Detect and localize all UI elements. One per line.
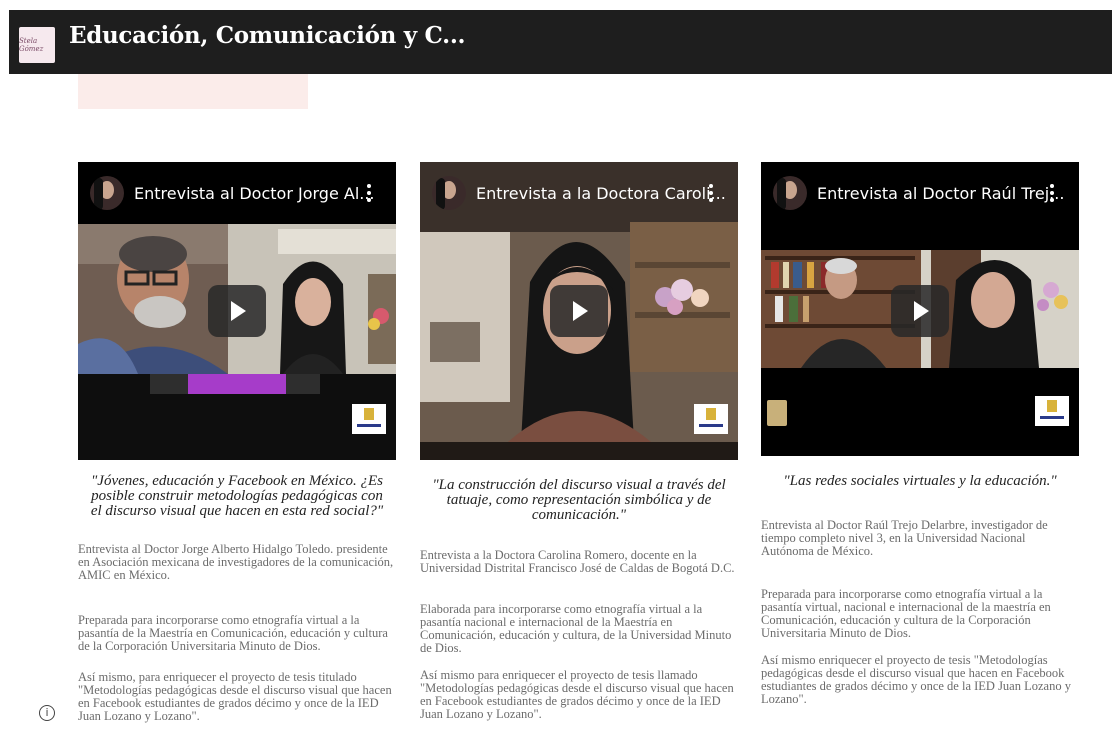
description-paragraph: Así mismo enriquecer el proyecto de tesi… xyxy=(761,653,1071,706)
description-paragraph: Elaborada para incorporarse como etnogra… xyxy=(420,602,732,655)
video-title[interactable]: Entrevista a la Doctora Caroli... xyxy=(476,184,726,203)
video-header: Entrevista a la Doctora Caroli... xyxy=(420,162,738,224)
play-icon[interactable] xyxy=(550,285,608,337)
video-embed[interactable]: Entrevista a la Doctora Caroli... xyxy=(420,162,738,460)
video-header: Entrevista al Doctor Jorge Al... xyxy=(78,162,396,224)
channel-avatar[interactable] xyxy=(432,176,466,210)
description-paragraph: Entrevista al Doctor Jorge Alberto Hidal… xyxy=(78,542,394,582)
decorative-banner xyxy=(78,74,308,109)
site-logo[interactable]: Stela Gómez xyxy=(19,27,55,63)
video-thumbnail[interactable] xyxy=(78,224,396,460)
thumbnail-image xyxy=(78,224,396,460)
logo-text: Stela Gómez xyxy=(19,37,44,53)
video-embed[interactable]: Entrevista al Doctor Jorge Al... xyxy=(78,162,396,460)
video-embed[interactable]: Entrevista al Doctor Raúl Trej... xyxy=(761,162,1079,456)
description-paragraph: Preparada para incorporarse como etnogra… xyxy=(78,613,388,653)
kebab-menu-icon[interactable] xyxy=(1049,180,1055,206)
video-header: Entrevista al Doctor Raúl Trej... xyxy=(761,162,1079,224)
video-card-3: Entrevista al Doctor Raúl Trej... "Las r… xyxy=(761,162,1079,706)
channel-avatar[interactable] xyxy=(90,176,124,210)
video-quote: "Jóvenes, educación y Facebook en México… xyxy=(90,473,384,519)
video-title[interactable]: Entrevista al Doctor Raúl Trej... xyxy=(817,184,1064,203)
kebab-menu-icon[interactable] xyxy=(366,180,372,206)
description-paragraph: Preparada para incorporarse como etnogra… xyxy=(761,587,1051,640)
play-icon[interactable] xyxy=(208,285,266,337)
university-logo xyxy=(694,404,728,434)
video-quote: "La construcción del discurso visual a t… xyxy=(432,477,726,523)
play-icon[interactable] xyxy=(891,285,949,337)
video-card-2: Entrevista a la Doctora Caroli... "La co… xyxy=(420,162,738,721)
description-paragraph: Así mismo para enriquecer el proyecto de… xyxy=(420,668,734,721)
university-logo xyxy=(352,404,386,434)
description-paragraph: Entrevista al Doctor Raúl Trejo Delarbre… xyxy=(761,518,1048,558)
info-icon[interactable]: i xyxy=(39,705,55,721)
university-logo xyxy=(1035,396,1069,426)
video-quote: "Las redes sociales virtuales y la educa… xyxy=(783,473,1057,489)
description-paragraph: Entrevista a la Doctora Carolina Romero,… xyxy=(420,548,735,575)
unam-logo xyxy=(767,400,787,426)
description-paragraph: Así mismo, para enriquecer el proyecto d… xyxy=(78,670,392,723)
kebab-menu-icon[interactable] xyxy=(708,180,714,206)
video-card-1: Entrevista al Doctor Jorge Al... "Jóvene… xyxy=(78,162,396,723)
video-title[interactable]: Entrevista al Doctor Jorge Al... xyxy=(134,184,375,203)
site-header: Stela Gómez Educación, Comunicación y C.… xyxy=(9,10,1112,74)
site-title[interactable]: Educación, Comunicación y C... xyxy=(69,22,466,49)
channel-avatar[interactable] xyxy=(773,176,807,210)
